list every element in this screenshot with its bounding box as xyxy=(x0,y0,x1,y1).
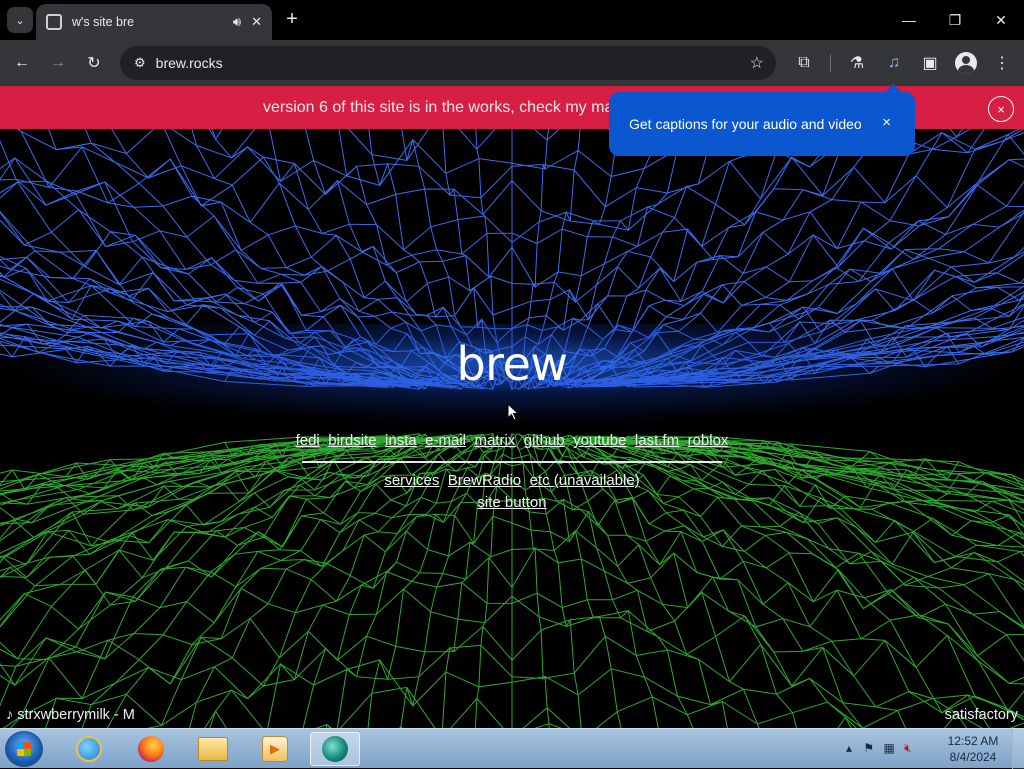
site-favicon-icon xyxy=(46,14,62,30)
url-text[interactable]: brew.rocks xyxy=(156,55,223,71)
profile-avatar-icon[interactable] xyxy=(955,52,977,74)
now-playing: ♪ strxwberrymilk - M xyxy=(6,707,135,723)
link-e-mail[interactable]: e-mail xyxy=(425,432,466,449)
start-button-icon[interactable] xyxy=(5,731,43,767)
link-roblox[interactable]: roblox xyxy=(688,432,729,449)
internet-explorer-icon[interactable] xyxy=(64,732,114,766)
speaker-icon[interactable]: 🔊︎ xyxy=(233,14,241,30)
link-youtube[interactable]: youtube xyxy=(573,432,626,449)
banner-close-icon[interactable]: × xyxy=(988,96,1014,122)
bookmark-star-icon[interactable]: ☆ xyxy=(750,53,764,73)
firefox-icon[interactable] xyxy=(126,732,176,766)
link-fedi[interactable]: fedi xyxy=(296,432,320,449)
address-bar[interactable]: ⚙ brew.rocks ☆ xyxy=(120,46,776,80)
volume-muted-icon[interactable]: 🔇︎ xyxy=(904,741,912,755)
clock-date: 8/4/2024 xyxy=(949,750,997,764)
site-info-icon[interactable]: ⚙ xyxy=(134,55,146,71)
tab-strip: ⌄ w's site bre 🔊︎ ✕ + — ❐ ✕ xyxy=(0,0,1024,40)
reload-icon[interactable]: ↻ xyxy=(81,50,107,76)
social-links: fedi birdsite insta e-mail matrix github… xyxy=(0,432,1024,450)
now-playing-track: strxwberrymilk - M xyxy=(17,707,135,723)
labs-flask-icon[interactable]: ⚗ xyxy=(844,50,870,76)
network-icon[interactable]: ▦ xyxy=(883,741,894,755)
link-site-button[interactable]: site button xyxy=(477,494,546,511)
forward-arrow-icon[interactable]: → xyxy=(45,50,71,76)
site-title: brew xyxy=(456,337,568,391)
page-content: brew fedi birdsite insta e-mail matrix g… xyxy=(0,129,1024,728)
close-icon[interactable]: ✕ xyxy=(251,14,262,30)
popup-close-icon[interactable]: × xyxy=(882,114,891,131)
browser-toolbar: ← → ↻ ⚙ brew.rocks ☆ ⧉ ⚗ ♫ ▣ ⋮ xyxy=(0,40,1024,86)
clock-time: 12:52 AM xyxy=(947,734,999,748)
link-matrix[interactable]: matrix xyxy=(474,432,515,449)
tray-expand-arrow-icon[interactable]: ▴ xyxy=(846,741,852,755)
media-control-icon[interactable]: ♫ xyxy=(881,50,907,76)
media-player-icon[interactable]: ▶ xyxy=(250,732,300,766)
menu-kebab-icon[interactable]: ⋮ xyxy=(989,50,1015,76)
service-links: services BrewRadio etc (unavailable) xyxy=(0,472,1024,490)
taskbar-clock[interactable]: 12:52 AM 8/4/2024 xyxy=(940,733,1006,765)
system-tray: ▴ ⚑ ▦ 🔇︎ xyxy=(846,741,912,756)
toolbar-divider xyxy=(830,54,831,72)
browser-taskbar-icon[interactable] xyxy=(310,732,360,766)
live-caption-popup[interactable]: Get captions for your audio and video × xyxy=(609,84,915,156)
file-explorer-folder-icon[interactable] xyxy=(188,732,238,766)
action-center-flag-icon[interactable]: ⚑ xyxy=(863,741,874,755)
now-playing-game: satisfactory xyxy=(944,707,1018,723)
back-arrow-icon[interactable]: ← xyxy=(9,50,35,76)
maximize-button[interactable]: ❐ xyxy=(932,0,978,40)
link-etc-unavailable[interactable]: etc (unavailable) xyxy=(530,472,640,489)
link-github[interactable]: github xyxy=(524,432,565,449)
windows-taskbar: ▶ ▴ ⚑ ▦ 🔇︎ 12:52 AM 8/4/2024 xyxy=(0,728,1024,769)
link-brewradio[interactable]: BrewRadio xyxy=(448,472,521,489)
tab-active[interactable]: w's site bre 🔊︎ ✕ xyxy=(36,4,272,40)
link-services[interactable]: services xyxy=(384,472,439,489)
link-insta[interactable]: insta xyxy=(385,432,417,449)
wireframe-terrain-background xyxy=(0,129,1024,728)
mouse-pointer-icon xyxy=(507,403,519,421)
popup-text: Get captions for your audio and video xyxy=(629,116,862,132)
side-panel-icon[interactable]: ▣ xyxy=(917,50,943,76)
minimize-button[interactable]: — xyxy=(886,0,932,40)
show-desktop-button[interactable] xyxy=(1012,729,1024,769)
link-last-fm[interactable]: last.fm xyxy=(635,432,679,449)
link-birdsite[interactable]: birdsite xyxy=(328,432,376,449)
extensions-puzzle-icon[interactable]: ⧉ xyxy=(791,50,817,76)
window-close-button[interactable]: ✕ xyxy=(978,0,1024,40)
tab-title: w's site bre xyxy=(72,15,135,29)
site-button-links: site button xyxy=(0,494,1024,512)
new-tab-button[interactable]: + xyxy=(280,8,304,32)
divider xyxy=(302,461,722,463)
tab-search-chevron-icon[interactable]: ⌄ xyxy=(7,7,33,33)
